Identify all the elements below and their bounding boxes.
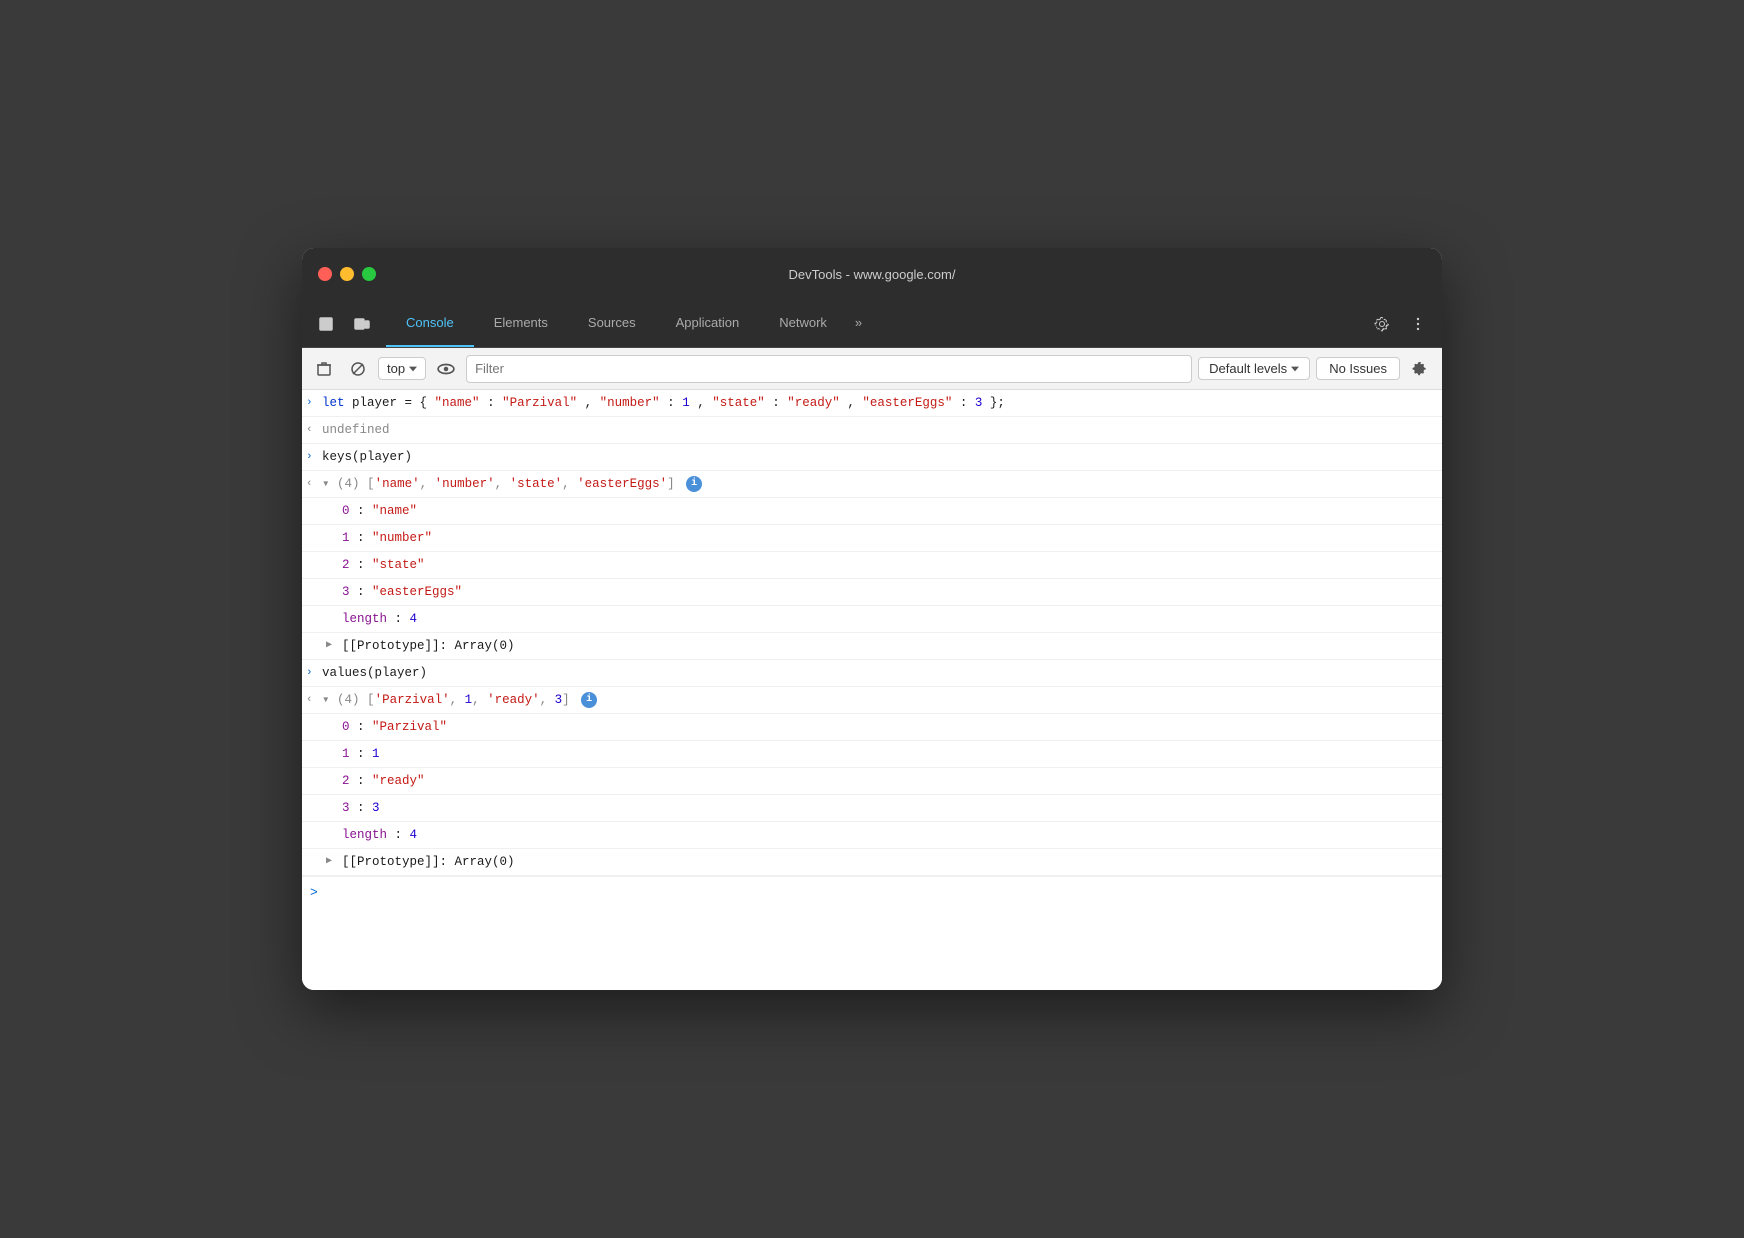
console-row-6: 1 : "number" <box>302 525 1442 552</box>
console-line-12: ▾ (4) ['Parzival', 1, 'ready', 3] i <box>322 690 1434 710</box>
console-line-9: length : 4 <box>342 609 1434 629</box>
collapse-triangle[interactable]: ▾ <box>322 477 330 491</box>
console-row-10: ▶ [[Prototype]]: Array(0) <box>302 633 1442 660</box>
context-label: top <box>387 361 405 376</box>
console-line-4: ▾ (4) ['name', 'number', 'state', 'easte… <box>322 474 1434 494</box>
console-line-18: [[Prototype]]: Array(0) <box>342 852 1434 872</box>
levels-chevron-icon <box>1291 366 1299 372</box>
console-line-10: [[Prototype]]: Array(0) <box>342 636 1434 656</box>
console-row-13: 0 : "Parzival" <box>302 714 1442 741</box>
console-settings-button[interactable] <box>1406 355 1434 383</box>
console-row-8: 3 : "easterEggs" <box>302 579 1442 606</box>
console-row-12: ‹ ▾ (4) ['Parzival', 1, 'ready', 3] i <box>302 687 1442 714</box>
devtools-window: DevTools - www.google.com/ Console <box>302 248 1442 990</box>
console-row-9: length : 4 <box>302 606 1442 633</box>
tab-application[interactable]: Application <box>656 300 760 347</box>
output-arrow-2: ‹ <box>306 420 322 440</box>
console-line-3: keys(player) <box>322 447 1434 467</box>
console-row-4: ‹ ▾ (4) ['name', 'number', 'state', 'eas… <box>302 471 1442 498</box>
console-row-3: › keys(player) <box>302 444 1442 471</box>
console-line-7: 2 : "state" <box>342 555 1434 575</box>
toolbar: top Default levels No Issues <box>302 348 1442 390</box>
expand-arrow-3[interactable]: › <box>306 447 322 467</box>
chevron-down-icon <box>409 366 417 372</box>
tabs: Console Elements Sources Application Net… <box>386 300 870 347</box>
console-row-7: 2 : "state" <box>302 552 1442 579</box>
block-icon-button[interactable] <box>344 355 372 383</box>
output-arrow-12: ‹ <box>306 690 322 710</box>
info-badge-2[interactable]: i <box>581 692 597 708</box>
inspector-icon-button[interactable] <box>310 308 342 340</box>
console-line-11: values(player) <box>322 663 1434 683</box>
output-arrow-4: ‹ <box>306 474 322 494</box>
console-prompt: > <box>310 883 318 904</box>
tab-network[interactable]: Network <box>759 300 847 347</box>
more-options-icon-button[interactable] <box>1402 308 1434 340</box>
console-line-6: 1 : "number" <box>342 528 1434 548</box>
tab-console[interactable]: Console <box>386 300 474 347</box>
default-levels-button[interactable]: Default levels <box>1198 357 1310 380</box>
no-issues-button[interactable]: No Issues <box>1316 357 1400 380</box>
console-content: › let player = { "name" : "Parzival" , "… <box>302 390 1442 990</box>
context-selector[interactable]: top <box>378 357 426 380</box>
console-line-14: 1 : 1 <box>342 744 1434 764</box>
eye-icon-button[interactable] <box>432 355 460 383</box>
tab-more[interactable]: » <box>847 300 870 347</box>
clear-console-button[interactable] <box>310 355 338 383</box>
console-input-row: > <box>302 876 1442 910</box>
title-bar: DevTools - www.google.com/ <box>302 248 1442 300</box>
levels-label: Default levels <box>1209 361 1287 376</box>
tab-elements[interactable]: Elements <box>474 300 568 347</box>
minimize-button[interactable] <box>340 267 354 281</box>
console-row-14: 1 : 1 <box>302 741 1442 768</box>
console-input[interactable] <box>326 886 1434 901</box>
device-toolbar-icon-button[interactable] <box>346 308 378 340</box>
console-line-15: 2 : "ready" <box>342 771 1434 791</box>
console-row-17: length : 4 <box>302 822 1442 849</box>
collapse-triangle-2[interactable]: ▾ <box>322 693 330 707</box>
settings-gear-icon-button[interactable] <box>1366 308 1398 340</box>
expand-arrow-1[interactable]: › <box>306 393 322 413</box>
console-line-16: 3 : 3 <box>342 798 1434 818</box>
console-row-2: ‹ undefined <box>302 417 1442 444</box>
tab-bar-right <box>1366 308 1434 340</box>
console-row-11: › values(player) <box>302 660 1442 687</box>
console-row-18: ▶ [[Prototype]]: Array(0) <box>302 849 1442 876</box>
console-line-5: 0 : "name" <box>342 501 1434 521</box>
tab-bar: Console Elements Sources Application Net… <box>302 300 1442 348</box>
filter-input[interactable] <box>466 355 1192 383</box>
console-line-17: length : 4 <box>342 825 1434 845</box>
proto-arrow-1[interactable]: ▶ <box>326 638 332 654</box>
maximize-button[interactable] <box>362 267 376 281</box>
traffic-lights <box>318 267 376 281</box>
console-line-2: undefined <box>322 420 1434 440</box>
console-row-15: 2 : "ready" <box>302 768 1442 795</box>
window-title: DevTools - www.google.com/ <box>789 267 956 282</box>
tab-bar-icons <box>310 308 378 340</box>
console-row-1: › let player = { "name" : "Parzival" , "… <box>302 390 1442 417</box>
console-row-5: 0 : "name" <box>302 498 1442 525</box>
tab-sources[interactable]: Sources <box>568 300 656 347</box>
expand-arrow-11[interactable]: › <box>306 663 322 683</box>
console-line-1: let player = { "name" : "Parzival" , "nu… <box>322 393 1434 413</box>
close-button[interactable] <box>318 267 332 281</box>
console-row-16: 3 : 3 <box>302 795 1442 822</box>
console-line-13: 0 : "Parzival" <box>342 717 1434 737</box>
no-issues-label: No Issues <box>1329 361 1387 376</box>
proto-arrow-2[interactable]: ▶ <box>326 854 332 870</box>
console-line-8: 3 : "easterEggs" <box>342 582 1434 602</box>
info-badge[interactable]: i <box>686 476 702 492</box>
